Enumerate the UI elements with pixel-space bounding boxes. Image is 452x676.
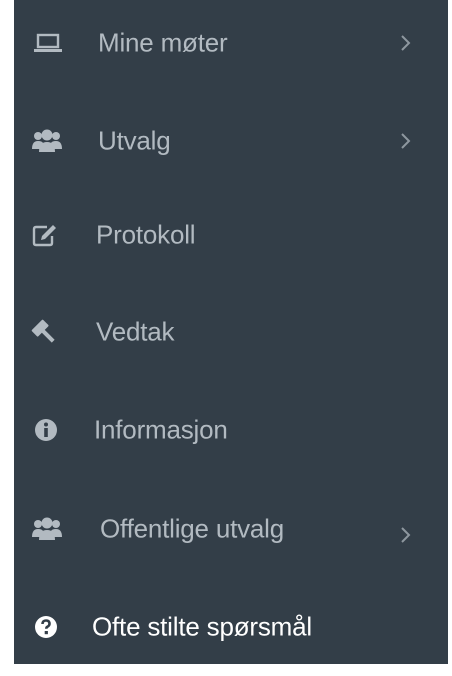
sidebar-item-faq[interactable]: Ofte stilte spørsmål (14, 578, 448, 676)
edit-icon (32, 223, 58, 247)
sidebar-item-label: Mine møter (98, 27, 228, 58)
sidebar-item-offentlige-utvalg[interactable]: Offentlige utvalg (14, 480, 448, 578)
users-icon (32, 517, 62, 541)
sidebar-item-label: Utvalg (98, 125, 171, 156)
sidebar-item-utvalg[interactable]: Utvalg (14, 92, 448, 190)
sidebar-menu: Mine møter Utvalg Protokoll Vedtak Infor… (14, 0, 448, 664)
question-circle-icon (34, 615, 58, 639)
sidebar-item-mine-moter[interactable]: Mine møter (14, 0, 448, 92)
chevron-right-icon (400, 526, 412, 544)
sidebar-item-informasjon[interactable]: Informasjon (14, 381, 448, 479)
sidebar-item-vedtak[interactable]: Vedtak (14, 283, 448, 381)
chevron-right-icon (400, 34, 412, 52)
info-circle-icon (34, 418, 58, 442)
sidebar-item-protokoll[interactable]: Protokoll (14, 186, 448, 284)
gavel-icon (30, 319, 58, 345)
sidebar-item-label: Ofte stilte spørsmål (92, 611, 312, 642)
sidebar-item-label: Informasjon (94, 414, 228, 445)
sidebar-item-label: Protokoll (96, 219, 196, 250)
laptop-icon (34, 33, 62, 53)
sidebar-item-label: Vedtak (96, 316, 175, 347)
chevron-right-icon (400, 132, 412, 150)
sidebar-item-label: Offentlige utvalg (100, 513, 285, 544)
users-icon (32, 129, 62, 153)
